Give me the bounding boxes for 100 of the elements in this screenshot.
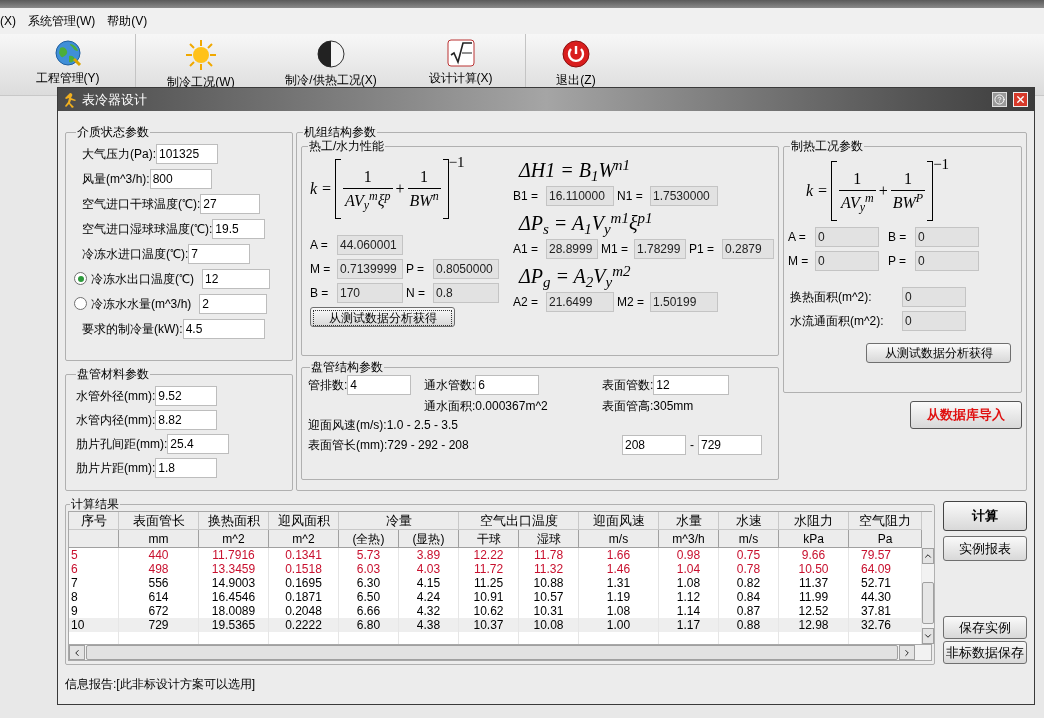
input-field[interactable]: 25.4 — [167, 434, 230, 454]
column-subheader: m^2 — [199, 530, 269, 548]
power-icon — [561, 39, 591, 69]
close-button[interactable] — [1013, 92, 1028, 107]
figure-icon — [64, 91, 78, 108]
table-cell: 0.88 — [719, 618, 779, 632]
column-subheader: m^2 — [269, 530, 339, 548]
group-title: 介质状态参数 — [76, 125, 150, 139]
table-cell: 10.37 — [459, 618, 519, 632]
numerator: 1 — [363, 166, 372, 187]
table-cell: 4.38 — [399, 618, 459, 632]
group-title: 计算结果 — [70, 497, 120, 511]
table-row[interactable]: 5 440 11.7916 0.1341 5.73 3.89 12.22 11.78 1.66 0.98 0.75 9.66 79.57 — [69, 548, 922, 562]
group-title: 机组结构参数 — [303, 125, 377, 139]
column-header: 迎面风速 — [579, 512, 659, 530]
toolbar-button[interactable]: 设计计算(X) — [428, 34, 493, 95]
input-field[interactable]: 4 — [347, 375, 412, 395]
field-label: 肋片片距(mm): — [76, 460, 156, 477]
field-label: N1 = — [617, 188, 644, 205]
formula-text: ΔP$_{s}$ = A$_{1}$V$_{y}$$^{m1}$ξ$^{p1}$ — [517, 208, 654, 238]
analyze-button[interactable]: 从测试数据分析获得 — [310, 307, 455, 327]
column-subheader: m^3/h — [659, 530, 719, 548]
input-field[interactable]: 101325 — [156, 143, 218, 164]
field-label: P1 = — [689, 241, 716, 258]
column-subheader: (显热) — [399, 530, 459, 548]
menu-item[interactable]: 帮助(V) — [107, 12, 148, 30]
radio-button[interactable] — [74, 297, 87, 310]
group-title: 盘管材料参数 — [76, 367, 150, 381]
input-field[interactable]: 19.5 — [212, 218, 266, 239]
input-field[interactable]: 2 — [199, 293, 268, 314]
table-row[interactable]: 6 498 13.3459 0.1518 6.03 4.03 11.72 11.32 1.46 1.04 0.78 10.50 64.09 — [69, 562, 922, 576]
info-text: 表面管高:305mm — [602, 398, 695, 415]
group-title: 盘管结构参数 — [310, 360, 384, 374]
left-bracket — [830, 161, 837, 221]
window-title: 表冷器设计 — [82, 90, 147, 109]
input-field[interactable]: 6 — [475, 375, 540, 395]
field-label: M1 = — [601, 241, 629, 258]
square-root-icon — [446, 39, 475, 67]
table-row[interactable]: 8 614 16.4546 0.1871 6.50 4.24 10.91 10.57 1.19 1.12 0.84 11.99 44.30 — [69, 590, 922, 604]
field-label: 通水管数: — [424, 377, 476, 394]
input-field[interactable]: 8.82 — [155, 410, 218, 430]
right-bracket — [442, 159, 449, 219]
table-cell: 10.08 — [519, 618, 579, 632]
field-label: M2 = — [617, 294, 645, 311]
action-button[interactable]: 计算 — [943, 501, 1027, 531]
table-row[interactable]: 10 729 19.5365 0.2222 6.80 4.38 10.37 10.08 1.00 1.17 0.88 12.98 32.76 — [69, 618, 922, 632]
numerator: 1 — [853, 168, 862, 189]
sun-icon — [185, 39, 217, 71]
field-label: A = — [788, 229, 807, 246]
right-bracket — [927, 161, 934, 221]
help-button[interactable] — [992, 92, 1007, 107]
action-button[interactable]: 保存实例 — [943, 616, 1027, 639]
scroll-thumb[interactable] — [922, 582, 934, 624]
field-label: M = — [310, 261, 332, 278]
input-field[interactable]: 800 — [149, 168, 212, 189]
table-cell: 1.00 — [579, 618, 659, 632]
column-header: 水速 — [719, 512, 779, 530]
group-title: 制热工况参数 — [790, 139, 864, 153]
column-header: 冷量 — [339, 512, 459, 530]
input-field[interactable]: 7 — [188, 243, 251, 264]
field-label: P = — [406, 261, 426, 278]
column-header: 换热面积 — [199, 512, 269, 530]
action-button[interactable]: 实例报表 — [943, 536, 1027, 561]
input-field[interactable]: 27 — [200, 193, 261, 214]
input-field[interactable]: 729 — [698, 435, 762, 455]
vertical-scrollbar[interactable] — [922, 548, 934, 644]
table-row[interactable]: 7 556 14.9003 0.1695 6.30 4.15 11.25 10.88 1.31 1.08 0.82 11.37 52.71 — [69, 576, 922, 590]
menu-item[interactable]: 系统管理(W) — [28, 12, 96, 30]
input-field[interactable]: 12 — [653, 375, 730, 395]
field-label: 水流通面积(m^2): — [790, 313, 885, 330]
column-header: 表面管长 — [119, 512, 199, 530]
separator: - — [690, 437, 694, 454]
input-field[interactable]: 12 — [202, 268, 270, 289]
field-label: 空气进口湿球球温度(℃): — [82, 220, 213, 238]
exponent: −1 — [933, 155, 950, 174]
column-subheader: (全热) — [339, 530, 399, 548]
column-header: 序号 — [69, 512, 119, 530]
status-message: 信息报告:[此非标设计方案可以选用] — [65, 676, 256, 693]
input-field[interactable]: 1.8 — [155, 458, 218, 478]
plus-sign: + — [395, 179, 405, 199]
input-field[interactable]: 4.5 — [182, 318, 265, 339]
field-label: B = — [888, 229, 908, 246]
menu-item[interactable]: (X) — [0, 12, 16, 30]
formula-text: ΔH1 = B$_{1}$W$^{n1}$ — [517, 155, 632, 185]
globe-icon — [53, 39, 82, 67]
exponent: −1 — [448, 153, 465, 172]
field-label: B = — [310, 285, 330, 302]
input-field[interactable]: 9.52 — [155, 386, 218, 406]
radio-button[interactable] — [74, 272, 87, 285]
action-button[interactable]: 非标数据保存 — [943, 641, 1027, 664]
numerator: 1 — [420, 166, 429, 187]
column-subheader: m/s — [579, 530, 659, 548]
left-bracket — [334, 159, 341, 219]
field-label: 空气进口干球温度(℃): — [82, 195, 201, 213]
table-row[interactable]: 9 672 18.0089 0.2048 6.66 4.32 10.62 10.31 1.08 1.14 0.87 12.52 37.81 — [69, 604, 922, 618]
column-subheader: 干球 — [459, 530, 519, 548]
import-button[interactable]: 从数据库导入 — [910, 401, 1022, 429]
input-field[interactable]: 208 — [622, 435, 686, 455]
group-title: 热工/水力性能 — [308, 139, 386, 153]
analyze-button[interactable]: 从测试数据分析获得 — [866, 343, 1011, 363]
